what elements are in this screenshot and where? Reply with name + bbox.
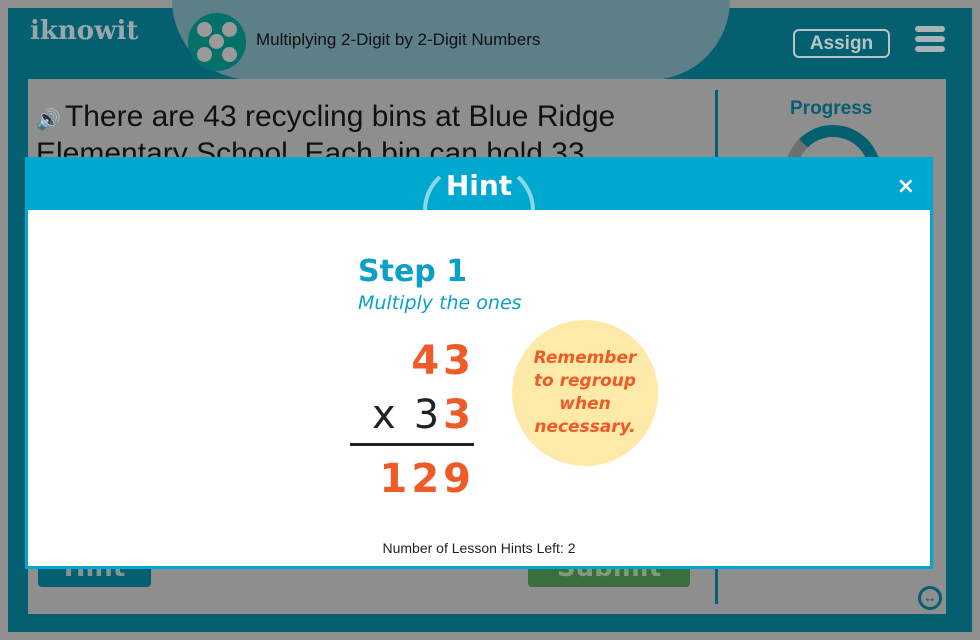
speaker-icon[interactable]: 🔊: [36, 109, 61, 131]
lesson-title: Multiplying 2-Digit by 2-Digit Numbers: [256, 30, 541, 49]
tip-bubble: Remember to regroup when necessary.: [512, 320, 658, 466]
progress-label: Progress: [790, 98, 873, 119]
sum-line: [350, 443, 474, 446]
multiplier: x 33: [372, 392, 475, 438]
modal-title: Hint: [445, 169, 513, 202]
partial-product: 129: [379, 456, 475, 502]
multiplicand: 43: [411, 338, 475, 384]
modal-body: Step 1 Multiply the ones 43 x 33 129 Reme…: [28, 210, 930, 566]
hint-modal: Hint × Step 1 Multiply the ones 43 x 33 1…: [25, 157, 933, 569]
step-title: Step 1: [358, 254, 468, 289]
hints-left: Number of Lesson Hints Left: 2: [382, 540, 576, 556]
dots-circle-icon: [188, 13, 246, 71]
iknowit-logo: iknowit: [30, 16, 139, 46]
hamburger-icon[interactable]: [915, 26, 945, 56]
expand-icon[interactable]: ↔: [918, 586, 942, 610]
step-subtitle: Multiply the ones: [358, 292, 522, 314]
close-icon[interactable]: ×: [897, 174, 915, 199]
assign-button[interactable]: Assign: [793, 29, 890, 58]
